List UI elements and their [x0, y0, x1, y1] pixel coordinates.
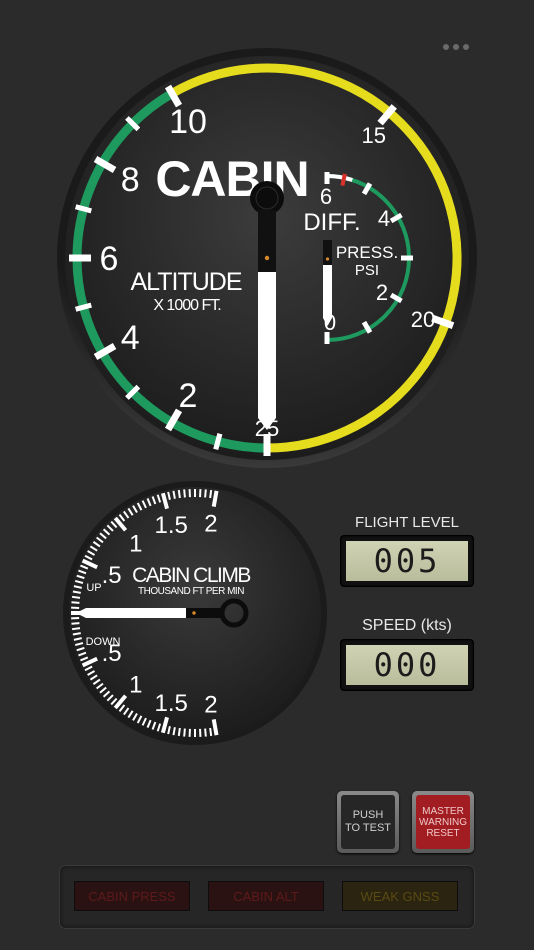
master-warning-reset-button[interactable]: MASTER WARNING RESET [412, 791, 474, 853]
diff-pressure-needle [323, 240, 332, 326]
climb-tick [204, 728, 207, 737]
flight-level-value: 005 [346, 541, 468, 581]
altitude-unit: X 1000 FT. [153, 297, 220, 314]
climb-down-scale-label: 1.5 [155, 690, 188, 717]
climb-tick [211, 719, 219, 736]
altitude-scale-label: 8 [121, 161, 140, 199]
annunciator-cabin-alt: CABIN ALT [208, 881, 324, 911]
cabin-altitude-gauge: 246810152025 0246 CABIN ALTITUDE X 1000 … [57, 48, 477, 468]
altitude-scale-label: 20 [411, 307, 435, 332]
climb-up-label: UP [86, 582, 101, 594]
climb-title: CABIN CLIMB [132, 564, 250, 587]
speed-display: 000 [341, 640, 473, 690]
climb-unit: THOUSAND FT PER MIN [138, 586, 244, 597]
climb-up-scale-label: 1 [129, 531, 142, 558]
flight-level-label: FLIGHT LEVEL [355, 514, 459, 531]
diff-scale-label: 2 [376, 280, 388, 305]
climb-tick [177, 489, 181, 499]
annunciator-panel: CABIN PRESS CABIN ALT WEAK GNSS [60, 866, 474, 928]
climb-tick [71, 601, 80, 604]
climb-up-scale-label: .5 [102, 562, 122, 589]
climb-down-scale-label: 1 [129, 671, 142, 698]
flight-level-display: 005 [341, 536, 473, 586]
diff-scale-label: 6 [320, 184, 332, 209]
climb-up-scale-label: 1.5 [155, 512, 188, 539]
altitude-scale-label: 15 [361, 123, 385, 148]
climb-tick [71, 622, 80, 625]
climb-tick [172, 727, 176, 736]
diff-redline-tick [340, 173, 347, 187]
climb-tick [183, 728, 186, 737]
push-to-test-label: PUSH TO TEST [341, 795, 395, 849]
climb-tick [209, 727, 213, 737]
annunciator-weak-gnss: WEAK GNSS [342, 881, 458, 911]
climb-tick [72, 590, 81, 594]
altitude-scale-label: 4 [121, 319, 140, 357]
speed-value: 000 [346, 645, 468, 685]
climb-down-label: DOWN [86, 636, 121, 648]
diff-title: DIFF. [303, 209, 360, 236]
climb-tick [172, 490, 176, 499]
push-to-test-button[interactable]: PUSH TO TEST [337, 791, 399, 853]
climb-tick [177, 727, 181, 737]
climb-down-scale-label: 2 [204, 692, 217, 719]
annunciator-cabin-press: CABIN PRESS [74, 881, 190, 911]
cabin-title: CABIN [155, 151, 308, 207]
climb-tick [183, 489, 186, 498]
climb-tick [209, 489, 213, 499]
altitude-subtitle: ALTITUDE [131, 268, 242, 296]
climb-up-scale-label: 2 [204, 510, 217, 537]
climb-tick [71, 595, 81, 599]
climb-tick [71, 627, 81, 631]
diff-unit-press: PRESS. [336, 243, 398, 262]
altitude-scale-label: 2 [179, 377, 198, 415]
altitude-scale-label: 10 [169, 103, 207, 141]
diff-scale-label: 4 [378, 206, 390, 231]
diff-unit-psi: PSI [355, 262, 379, 279]
master-warning-reset-label: MASTER WARNING RESET [416, 795, 470, 849]
speed-label: SPEED (kts) [362, 617, 452, 634]
climb-tick [72, 632, 81, 636]
climb-tick [211, 490, 219, 507]
climb-tick [204, 489, 207, 498]
altitude-scale-label: 6 [100, 240, 119, 278]
